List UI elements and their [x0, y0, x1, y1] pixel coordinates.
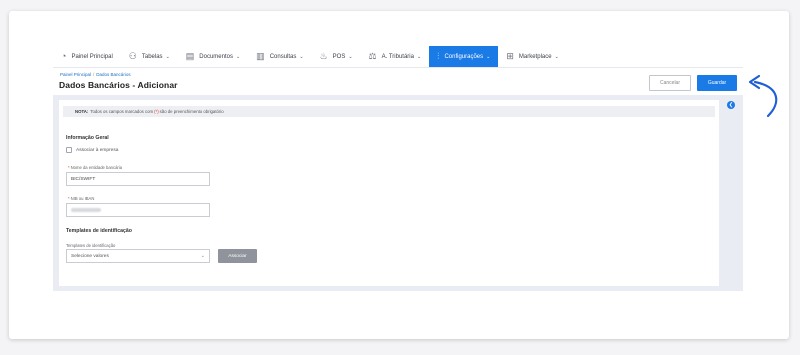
chevron-down-icon: ⌄: [486, 53, 491, 60]
templates-select-placeholder: Selecione valores: [71, 253, 109, 259]
chevron-down-icon: ⌄: [165, 53, 170, 60]
chevron-down-icon: ⌄: [235, 53, 241, 60]
note-required-marker: (*): [154, 109, 159, 114]
templates-title: Templates de identificação: [66, 228, 132, 234]
collapse-panel-button[interactable]: ❮: [727, 101, 735, 109]
nav-item-tabelas[interactable]: ⚇ Tabelas ⌄: [121, 46, 178, 67]
curved-arrow-annotation: [748, 74, 778, 118]
breadcrumb: Painel Principal / Dados Bancários: [60, 72, 131, 77]
main-navigation: ◔ Painel Principal ⚇ Tabelas ⌄ ▤ Documen…: [53, 46, 743, 68]
page-header: Painel Principal / Dados Bancários Dados B…: [53, 68, 743, 95]
page-content: Painel Principal / Dados Bancários Dados B…: [53, 68, 743, 291]
nav-item-label: Configurações: [444, 53, 484, 60]
nib-iban-label: *NIB ou IBAN: [68, 196, 94, 201]
bank-name-field[interactable]: BIC/SWIFT: [66, 172, 210, 186]
nav-item-label: Painel Principal: [71, 53, 113, 60]
settings-sliders-icon: ⫶: [437, 51, 440, 61]
note-text-before: Todos os campos marcados com: [90, 109, 154, 114]
required-fields-note: NOTA: Todos os campos marcados com (*) s…: [63, 106, 715, 117]
redacted-value: [71, 208, 101, 212]
nav-item-label: Marketplace: [518, 53, 552, 60]
nav-item-consultas[interactable]: ▥ Consultas ⌄: [248, 46, 311, 67]
nib-iban-field[interactable]: [66, 203, 210, 217]
pos-icon: ♨: [319, 51, 328, 61]
nav-item-documentos[interactable]: ▤ Documentos ⌄: [178, 46, 248, 67]
app-window: ◔ Painel Principal ⚇ Tabelas ⌄ ▤ Documen…: [53, 46, 743, 291]
nav-item-marketplace[interactable]: ⊞ Marketplace ⌄: [498, 46, 566, 67]
nav-item-label: POS: [332, 53, 346, 60]
tax-authority-icon: ⚖: [368, 51, 377, 61]
save-button[interactable]: Guardar: [697, 75, 737, 91]
users-icon: ⚇: [128, 51, 137, 61]
chevron-left-icon: ❮: [728, 102, 734, 108]
templates-select-label: Templates de identificação: [66, 243, 116, 248]
nav-item-pos[interactable]: ♨ POS ⌄: [312, 46, 361, 67]
associate-button[interactable]: Associar: [218, 249, 257, 263]
chevron-down-icon: ⌄: [348, 53, 353, 60]
associate-company-checkbox[interactable]: [66, 147, 72, 153]
chevron-down-icon: ⌄: [200, 253, 205, 259]
associate-company-label: Associar à empresa: [76, 147, 119, 153]
nav-item-configuracoes[interactable]: ⫶ Configurações ⌄: [429, 46, 499, 67]
chevron-down-icon: ⌄: [299, 53, 304, 60]
breadcrumb-current[interactable]: Dados Bancários: [96, 72, 130, 77]
breadcrumb-home-link[interactable]: Painel Principal: [60, 72, 91, 77]
chevron-down-icon: ⌄: [416, 53, 422, 60]
nav-item-label: A. Tributária: [381, 53, 414, 60]
bank-name-label-text: Nome da entidade bancária: [70, 165, 123, 170]
note-text-after: são de preenchimento obrigatório: [159, 109, 224, 114]
chevron-down-icon: ⌄: [554, 53, 559, 60]
bank-data-form: NOTA: Todos os campos marcados com (*) s…: [59, 100, 719, 286]
general-info-title: Informação Geral: [66, 135, 109, 141]
nav-item-autoridade-tributaria[interactable]: ⚖ A. Tributária ⌄: [361, 46, 430, 67]
bank-name-value: BIC/SWIFT: [71, 176, 96, 182]
nav-item-label: Consultas: [269, 53, 297, 60]
bank-name-label: *Nome da entidade bancária: [68, 165, 122, 170]
required-marker: *: [68, 165, 70, 170]
page-title: Dados Bancários - Adicionar: [59, 80, 178, 90]
nav-item-label: Documentos: [199, 53, 233, 60]
required-marker: *: [68, 196, 70, 201]
nib-iban-label-text: NIB ou IBAN: [70, 196, 95, 201]
marketplace-icon: ⊞: [506, 51, 514, 61]
associate-company-option[interactable]: Associar à empresa: [66, 147, 118, 153]
nav-item-label: Tabelas: [141, 53, 163, 60]
dashboard-icon: ◔: [61, 51, 67, 61]
bar-chart-icon: ▥: [256, 51, 265, 61]
cancel-button[interactable]: Cancelar: [649, 75, 691, 91]
document-icon: ▤: [185, 51, 195, 61]
note-prefix: NOTA:: [75, 109, 89, 114]
nav-item-painel-principal[interactable]: ◔ Painel Principal: [53, 46, 121, 67]
breadcrumb-separator: /: [93, 72, 95, 77]
templates-select[interactable]: Selecione valores ⌄: [66, 249, 210, 263]
